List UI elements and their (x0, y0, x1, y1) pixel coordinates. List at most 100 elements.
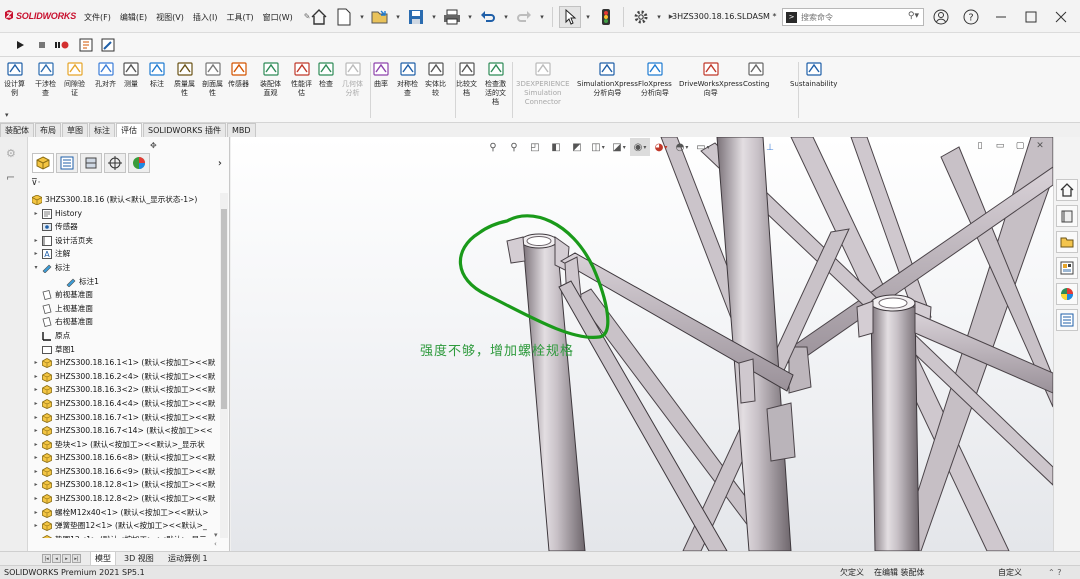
design-study-dropdown-icon[interactable]: ▾ (5, 111, 9, 119)
command-measure[interactable]: 测量 (122, 60, 140, 89)
expand-arrow-icon[interactable]: ▸ (32, 451, 40, 465)
record-icon[interactable] (54, 37, 70, 53)
command-mass-properties[interactable]: 质量属 性 (174, 60, 195, 98)
expand-arrow-icon[interactable]: ▸ (32, 465, 40, 479)
zoom-to-area-icon[interactable]: ⚲ (504, 138, 524, 156)
search-input[interactable] (801, 11, 891, 24)
graphics-area[interactable]: ⚲ ⚲ ◰ ◧ ◩ ◫ ▾ ◪ ▾ ◉ ▾ ◕ ▾ ◓ ▾ ▭ ▾ ▯ ▭ ▢ ✕ ⊥ 强度… (231, 137, 1053, 551)
solidworks-logo[interactable]: SOLIDWORKS (4, 10, 76, 21)
menu-insert[interactable]: 插入(I) (193, 12, 218, 23)
tab-motion-study-1[interactable]: 运动算例 1 (164, 552, 212, 566)
status-help-icon[interactable]: ⌃ ? (1048, 566, 1062, 579)
expand-arrow-icon[interactable]: ▸ (32, 247, 40, 261)
menu-file[interactable]: 文件(F) (84, 12, 111, 23)
select-icon[interactable] (559, 6, 581, 28)
last-tab-icon[interactable]: ▸| (72, 554, 81, 563)
undo-icon[interactable] (477, 6, 499, 28)
tree-item[interactable]: ▾ 标注 (28, 261, 220, 275)
play-icon[interactable] (12, 37, 28, 53)
tab-装配体[interactable]: 装配体 (0, 123, 34, 137)
command-compare-bodies[interactable]: 实体比 较 (425, 60, 446, 98)
design-library-icon[interactable] (1056, 205, 1078, 227)
appearances-icon[interactable] (1056, 283, 1078, 305)
undo-dropdown-icon[interactable]: ▾ (502, 6, 510, 28)
command-assembly-visualization[interactable]: 装配体 直观 (260, 60, 281, 98)
tree-item[interactable]: ▸ 3HZS300.18.16.7<1> (默认<按加工><<默 (28, 411, 220, 425)
rebuild-icon[interactable] (595, 6, 617, 28)
tree-item[interactable]: 标注1 (28, 275, 220, 289)
command-check-active-doc[interactable]: 检查激 活的文 档 (485, 60, 506, 107)
command-sensor[interactable]: 传感器 (228, 60, 249, 89)
user-icon[interactable] (930, 6, 952, 28)
command-costing[interactable]: Costing (743, 60, 769, 89)
command-check[interactable]: 检查 (317, 60, 335, 89)
tree-item[interactable]: 传感器 (28, 220, 220, 234)
expand-arrow-icon[interactable]: ▸ (32, 438, 40, 452)
scroll-down-icon[interactable]: ▾ (214, 531, 218, 539)
tab-布局[interactable]: 布局 (35, 123, 61, 137)
prev-tab-icon[interactable]: ◂ (52, 554, 61, 563)
command-symmetry[interactable]: 对称检 查 (397, 60, 418, 98)
expand-arrow-icon[interactable]: ▸ (32, 492, 40, 506)
scroll-left-icon[interactable]: ‹ (214, 540, 217, 548)
tab-solidworks-插件[interactable]: SOLIDWORKS 插件 (143, 123, 226, 137)
command-section-properties[interactable]: 剖面属 性 (202, 60, 223, 98)
command-simulationxpress[interactable]: SimulationXpress 分析向导 (577, 60, 638, 98)
viewport-restore-icon[interactable]: ▯ (973, 139, 987, 153)
tree-item[interactable]: ▸ 3HZS300.18.16.4<4> (默认<按加工><<默 (28, 397, 220, 411)
view-settings-icon[interactable]: ▭ ▾ (693, 138, 713, 156)
search-icon[interactable]: ⚲▾ (908, 11, 919, 21)
redo-dropdown-icon[interactable]: ▾ (538, 6, 546, 28)
expand-arrow-icon[interactable]: ▸ (32, 519, 40, 533)
view-orientation-icon[interactable]: ◫ ▾ (588, 138, 608, 156)
tree-scrollbar-thumb[interactable] (221, 209, 227, 409)
tree-item[interactable]: ▸ 螺栓M12x40<1> (默认<按加工><<默认> (28, 506, 220, 520)
expand-arrow-icon[interactable]: ▸ (32, 370, 40, 384)
menu-view[interactable]: 视图(V) (156, 12, 184, 23)
section-view-icon[interactable]: ◧ (546, 138, 566, 156)
tree-item[interactable]: 上视基准面 (28, 302, 220, 316)
expand-arrow-icon[interactable]: ▸ (32, 424, 40, 438)
file-explorer-icon[interactable] (1056, 231, 1078, 253)
print-dropdown-icon[interactable]: ▾ (466, 6, 474, 28)
tree-item[interactable]: ▸ 设计活页夹 (28, 234, 220, 248)
hide-show-items-icon[interactable]: ◉ ▾ (630, 138, 650, 156)
menu-tools[interactable]: 工具(T) (226, 12, 253, 23)
display-style-icon[interactable]: ◪ ▾ (609, 138, 629, 156)
view-palette-icon[interactable] (1056, 257, 1078, 279)
tree-item[interactable]: 前视基准面 (28, 288, 220, 302)
tab-标注[interactable]: 标注 (89, 123, 115, 137)
search-box[interactable]: > ⚲▾ (782, 8, 924, 26)
tree-item[interactable]: 草图1 (28, 343, 220, 357)
dimxpert-tab-icon[interactable] (104, 153, 126, 173)
open-icon[interactable] (369, 6, 391, 28)
command-clearance[interactable]: 间隙验 证 (64, 60, 85, 98)
feature-manager-tab-icon[interactable] (32, 153, 54, 173)
sketch-icon[interactable]: ⌐ (6, 171, 15, 184)
save-icon[interactable] (405, 6, 427, 28)
filter-icon[interactable]: ⊽· (31, 178, 40, 188)
expand-arrow-icon[interactable]: ▸ (32, 356, 40, 370)
tree-root[interactable]: 3HZS300.18.16 (默认<默认_显示状态-1>) (28, 193, 220, 207)
tree-item[interactable]: ▸ 3HZS300.18.16.6<8> (默认<按加工><<默 (28, 451, 220, 465)
expand-panel-icon[interactable]: ✥ (150, 141, 157, 150)
edit-appearance-icon[interactable]: ◕ ▾ (651, 138, 671, 156)
tree-item[interactable]: ▸ A 注解 (28, 247, 220, 261)
property-manager-tab-icon[interactable] (56, 153, 78, 173)
expand-arrow-icon[interactable]: ▸ (32, 383, 40, 397)
stop-icon[interactable] (34, 37, 50, 53)
minimize-icon[interactable] (990, 6, 1012, 28)
viewport-maximize-icon[interactable]: ▢ (1013, 139, 1027, 153)
expand-arrow-icon[interactable]: ▸ (32, 506, 40, 520)
options-dropdown-icon[interactable]: ▾ (655, 6, 663, 28)
tab-mbd[interactable]: MBD (226, 123, 256, 137)
next-tab-icon[interactable]: ▸ (62, 554, 71, 563)
tree-item[interactable]: ▸ 3HZS300.18.12.8<2> (默认<按加工><<默 (28, 492, 220, 506)
command-interference[interactable]: 干涉检 查 (35, 60, 56, 98)
expand-arrow-icon[interactable]: ▸ (32, 478, 40, 492)
command-compare-docs[interactable]: 比较文 档 (456, 60, 477, 98)
macro-edit-icon[interactable] (100, 37, 116, 53)
expand-arrow-icon[interactable]: ▸ (32, 234, 40, 248)
tree-scrollbar[interactable] (220, 193, 228, 538)
previous-view-icon[interactable]: ◰ (525, 138, 545, 156)
